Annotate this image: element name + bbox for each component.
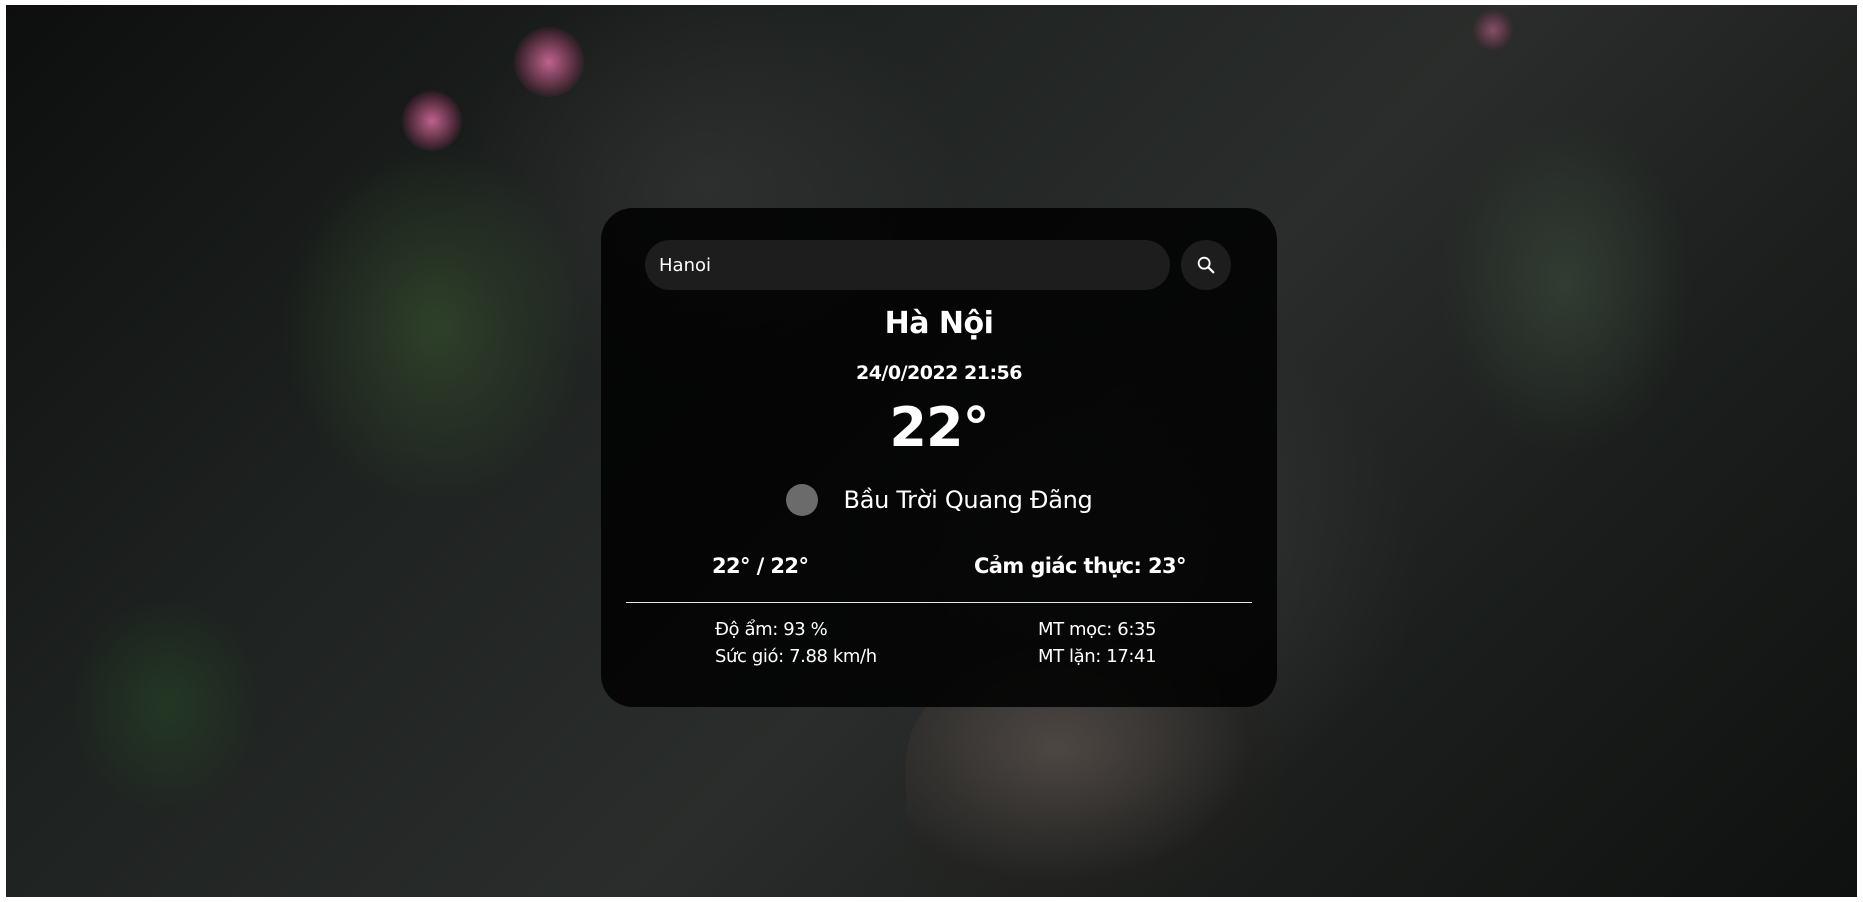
weather-condition-icon (785, 484, 818, 516)
divider (626, 602, 1252, 603)
search-bar (645, 240, 1233, 290)
sunrise-time: MT mọc: 6:35 (1038, 619, 1157, 640)
search-icon (1197, 256, 1215, 274)
temperature-range: 22° / 22° (712, 554, 809, 578)
current-datetime: 24/0/2022 21:56 (855, 362, 1023, 384)
background-blossom (1473, 10, 1513, 50)
weather-condition-text: Bầu Trời Quang Đãng (843, 486, 1093, 514)
weather-condition: Bầu Trời Quang Đãng (601, 480, 1277, 520)
sunset-time: MT lặn: 17:41 (1038, 646, 1157, 667)
city-name: Hà Nội (884, 306, 994, 341)
background-photo: Hà Nội 24/0/2022 21:56 22° Bầu Trời Quan… (6, 5, 1857, 897)
current-temperature: 22° (889, 396, 989, 459)
humidity-value: Độ ẩm: 93 % (715, 619, 828, 640)
background-blossom (514, 27, 584, 97)
wind-speed-value: Sức gió: 7.88 km/h (715, 646, 877, 667)
weather-card: Hà Nội 24/0/2022 21:56 22° Bầu Trời Quan… (601, 208, 1277, 707)
search-input[interactable] (645, 240, 1170, 290)
search-button[interactable] (1181, 240, 1231, 290)
feels-like-temperature: Cảm giác thực: 23° (974, 554, 1187, 578)
background-blossom (402, 91, 462, 151)
